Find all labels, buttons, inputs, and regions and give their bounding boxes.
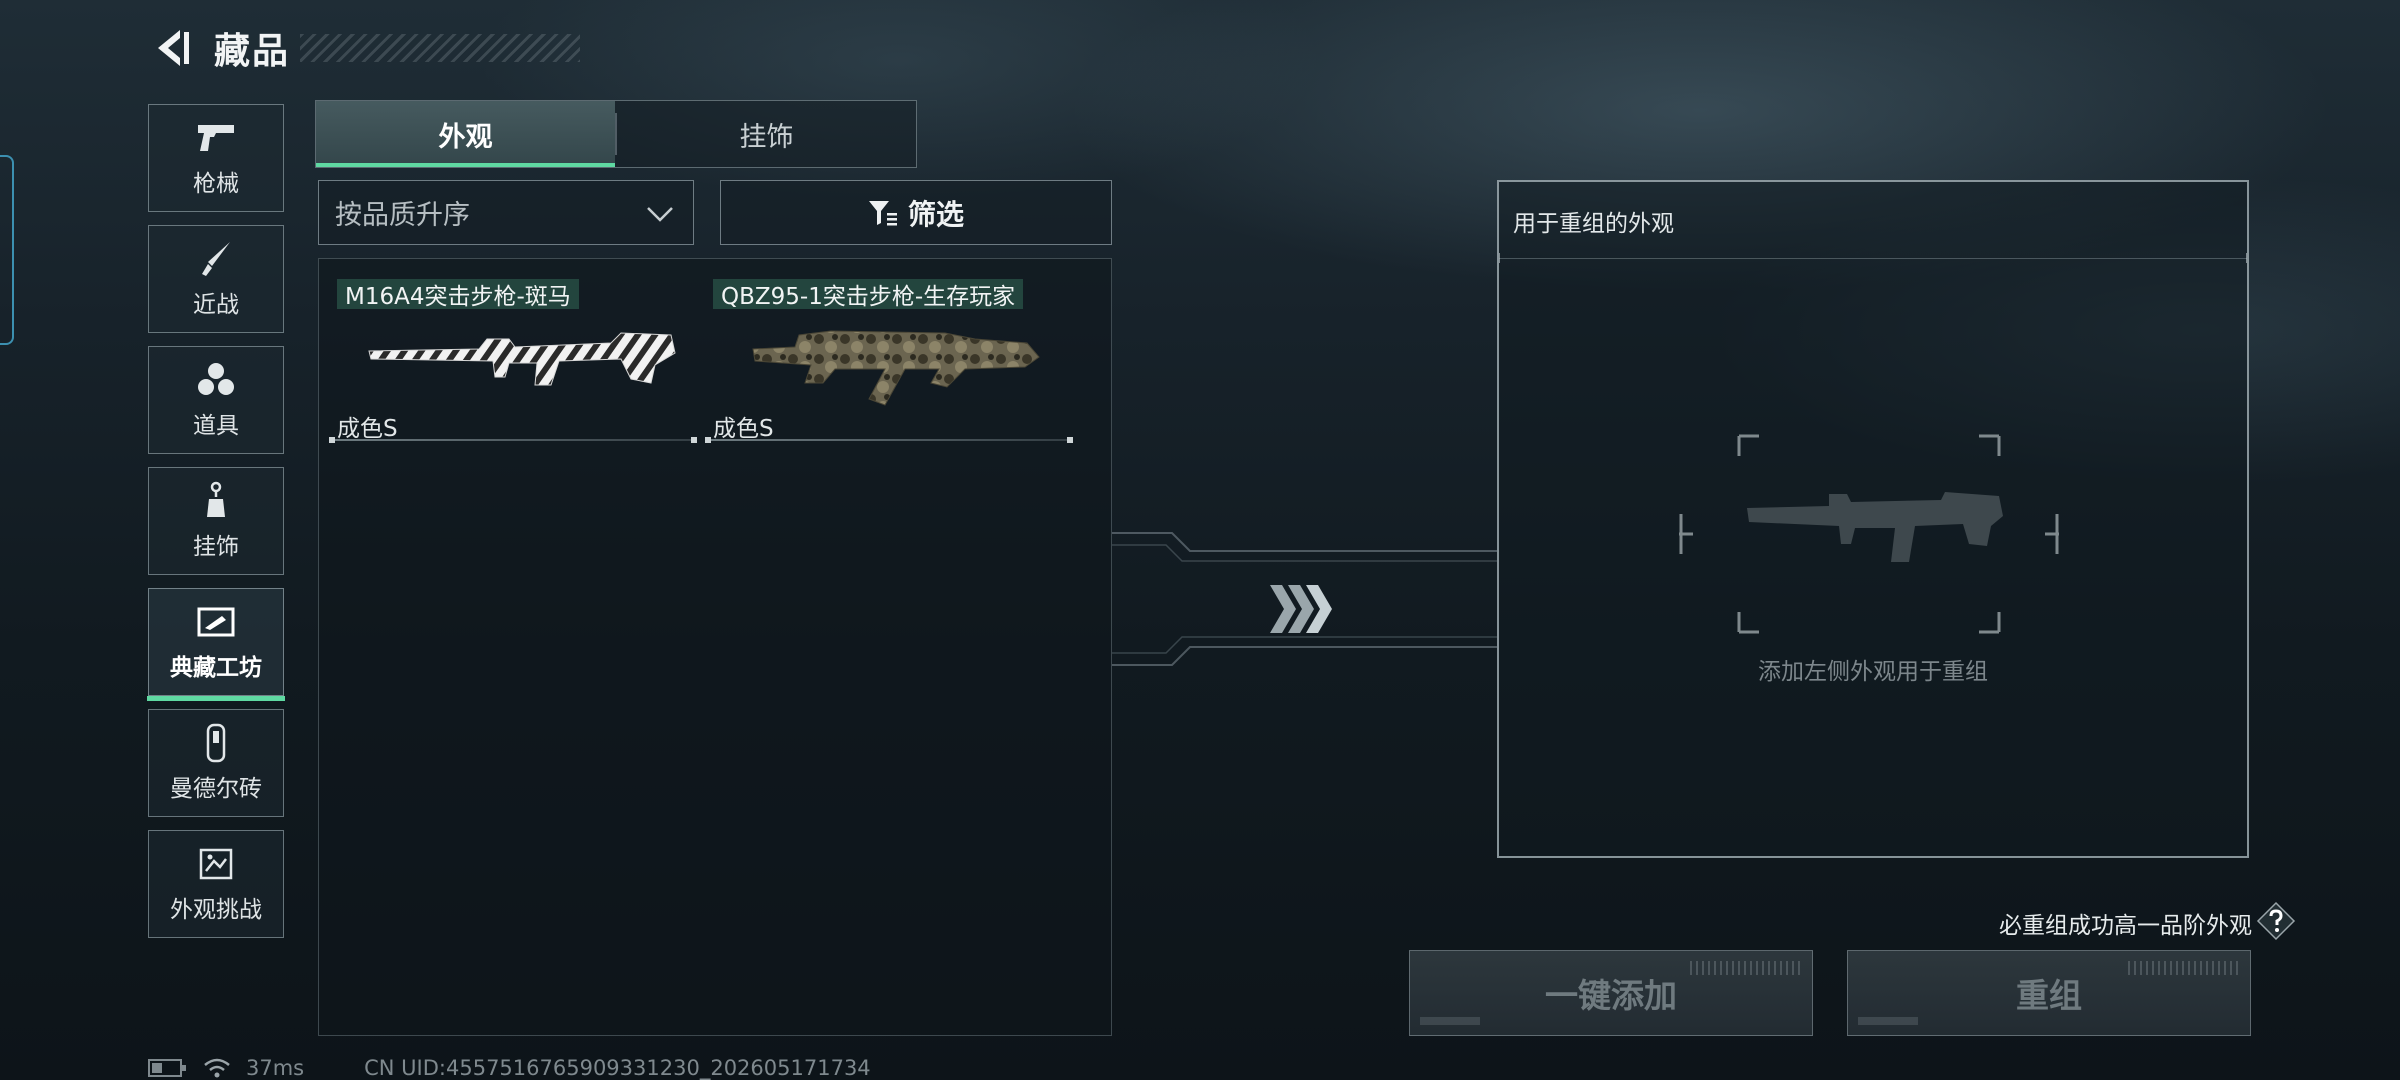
triple-chevron-icon — [1270, 585, 1332, 633]
guarantee-text: 必重组成功高一品阶外观 — [1999, 913, 2252, 939]
recombine-label: 重组 — [2016, 976, 2082, 1015]
sidebar-item-charms[interactable]: 挂饰 — [148, 467, 284, 575]
page-title: 藏品 — [214, 31, 291, 72]
rifle-placeholder-icon — [1747, 492, 2003, 562]
charm-icon — [196, 481, 236, 521]
recombine-slot[interactable] — [1679, 434, 2059, 634]
recombine-panel: 用于重组的外观 添加左侧外观用于重组 — [1497, 180, 2249, 858]
tab-charms[interactable]: 挂饰 — [617, 101, 916, 167]
skin-grade: 成色S — [713, 416, 774, 442]
sidebar-item-mandel-brick[interactable]: 曼德尔砖 — [148, 709, 284, 817]
edge-handle[interactable] — [0, 155, 14, 345]
wifi-icon — [204, 1058, 230, 1078]
card-underline — [705, 437, 1073, 443]
ping-value: 37ms — [246, 1056, 305, 1080]
knife-icon — [196, 239, 236, 279]
card-underline — [329, 437, 697, 443]
sidebar-item-label: 典藏工坊 — [170, 655, 262, 681]
back-arrow-icon[interactable] — [150, 26, 194, 70]
recombine-button[interactable]: 重组 — [1847, 950, 2251, 1036]
sidebar-item-label: 挂饰 — [193, 534, 239, 560]
add-all-label: 一键添加 — [1545, 976, 1677, 1015]
skin-name: M16A4突击步枪-斑马 — [337, 279, 579, 310]
sidebar-item-items[interactable]: 道具 — [148, 346, 284, 454]
tab-skins[interactable]: 外观 — [316, 101, 615, 167]
sidebar-item-workshop[interactable]: 典藏工坊 — [147, 588, 285, 701]
battery-icon — [148, 1059, 186, 1077]
recombine-divider — [1499, 253, 2247, 263]
skin-grade: 成色S — [337, 416, 398, 442]
transfer-connector — [1112, 532, 1497, 666]
pistol-icon — [196, 118, 236, 158]
sidebar-item-label: 道具 — [193, 413, 239, 439]
category-tabs: 外观 挂饰 — [315, 100, 917, 168]
sort-dropdown[interactable]: 按品质升序 — [318, 180, 694, 245]
title-decoration — [300, 34, 580, 62]
rifle-camo-icon — [752, 330, 1040, 406]
sidebar-item-melee[interactable]: 近战 — [148, 225, 284, 333]
grenades-icon — [196, 360, 236, 400]
skin-name: QBZ95-1突击步枪-生存玩家 — [713, 279, 1024, 310]
skin-list: M16A4突击步枪-斑马 成色S QBZ95-1突击步枪-生存玩家 成色S — [318, 258, 1112, 1036]
filter-button[interactable]: 筛选 — [720, 180, 1112, 245]
filter-label: 筛选 — [907, 197, 964, 231]
sidebar-item-label: 近战 — [193, 292, 239, 318]
help-icon[interactable] — [2256, 901, 2296, 941]
uid-text: CN UID:4557516765909331230_202605171734 — [364, 1056, 871, 1080]
chevron-down-icon — [647, 207, 673, 222]
filter-icon — [868, 200, 897, 225]
sidebar-item-label: 外观挑战 — [170, 897, 262, 923]
sort-value: 按品质升序 — [335, 200, 470, 231]
challenge-icon — [196, 844, 236, 884]
sidebar-item-firearms[interactable]: 枪械 — [148, 104, 284, 212]
sidebar-item-skin-challenge[interactable]: 外观挑战 — [148, 830, 284, 938]
recombine-title: 用于重组的外观 — [1513, 211, 1674, 237]
sidebar-item-label: 曼德尔砖 — [170, 776, 262, 802]
brick-icon — [196, 723, 236, 763]
recombine-hint: 添加左侧外观用于重组 — [1758, 659, 1988, 685]
skin-card[interactable]: M16A4突击步枪-斑马 成色S — [329, 271, 697, 443]
workshop-icon — [196, 602, 236, 642]
rifle-zebra-icon — [368, 332, 676, 386]
sidebar-item-label: 枪械 — [193, 171, 239, 197]
status-bar: 37ms CN UID:4557516765909331230_20260517… — [148, 1056, 871, 1080]
add-all-button[interactable]: 一键添加 — [1409, 950, 1813, 1036]
skin-card[interactable]: QBZ95-1突击步枪-生存玩家 成色S — [705, 271, 1073, 443]
